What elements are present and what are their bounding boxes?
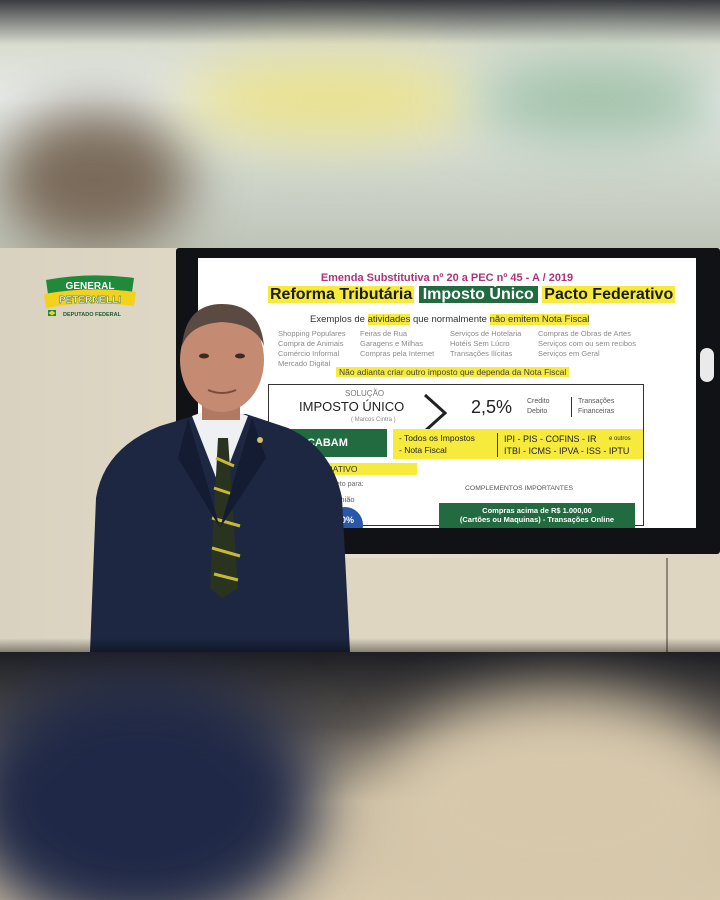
activity-item: Compras de Obras de Artes [538,329,631,338]
activity-item: Hotéis Sem Lúcro [450,339,510,348]
transacoes-label: Transações [578,398,615,405]
rate-value: 2,5% [471,397,513,417]
blurred-wall-shape [380,692,720,900]
blurred-slide-shape-right [470,60,720,140]
blurred-head-shape [0,110,190,248]
activity-item: Transações Ilícitas [450,349,513,358]
todos-impostos: - Todos os Impostos [399,433,475,443]
taxes-left: - Todos os Impostos - Nota Fiscal [399,432,475,456]
blurred-slide-shape [180,60,480,140]
video-scene: Emenda Substitutiva nº 20 a PEC nº 45 - … [0,248,720,652]
slide-note: Não adianta criar outro imposto que depe… [336,367,570,377]
compras-box: Compras acima de R$ 1.000,00 (Cartões ou… [439,503,635,528]
title-pacto: Pacto Federativo [542,286,676,303]
credito-label: Credito [527,398,550,405]
debito-label: Debito [527,408,548,415]
nota-fiscal: - Nota Fiscal [399,445,447,455]
credito-debito: Credito Debito [527,397,550,417]
title-imposto-unico: Imposto Único [418,286,538,303]
activity-item: Serviços com ou sem recibos [538,339,636,348]
activity-item: Serviços em Geral [538,349,600,358]
examples-highlight-2: não emitem Nota Fiscal [489,314,590,325]
examples-mid: que normalmente [410,314,490,325]
activity-item: Compras pela Internet [360,349,435,358]
activity-item: Serviços de Hotelaria [450,329,522,338]
examples-highlight-1: atividades [367,314,411,325]
slide-side-control [700,348,714,382]
compras-line-2: (Cartões ou Maquinas) - Transações Onlin… [459,515,615,524]
financeiras-label: Financeiras [578,408,615,415]
compras-line-1: Compras acima de R$ 1.000,00 [482,506,592,515]
taxes-band: - Todos os Impostos - Nota Fiscal IPI - … [393,429,643,459]
transacoes-financeiras: Transações Financeiras [571,397,614,417]
taxes-line-2: ITBI - ICMS - IPVA - ISS - IPTU [504,446,630,456]
blurred-suit-shape [0,672,320,900]
blurred-background-top [0,0,720,248]
e-outros: e outros [609,436,631,442]
scene-bottom-shadow [0,638,720,652]
svg-text:GENERAL: GENERAL [66,281,115,292]
blurred-background-bottom [0,652,720,900]
presenter [90,304,350,652]
slide-header: Emenda Substitutiva nº 20 a PEC nº 45 - … [320,272,574,284]
complementos-label: COMPLEMENTOS IMPORTANTES [465,485,574,492]
